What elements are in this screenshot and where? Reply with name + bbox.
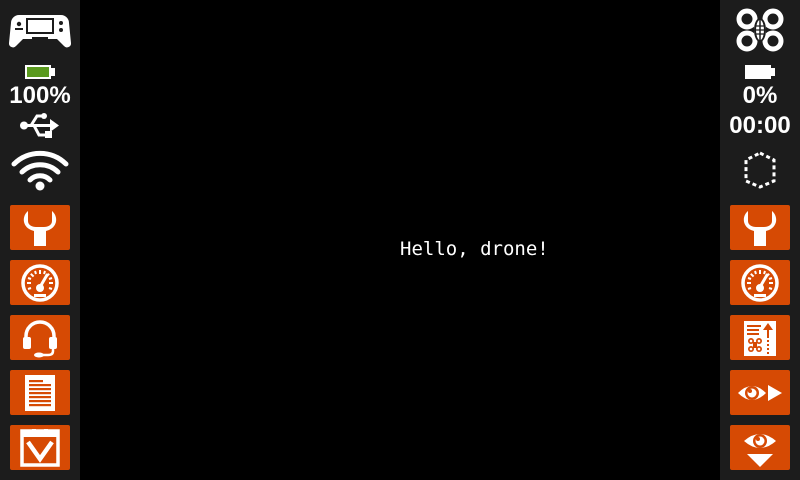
- gauge-icon: [741, 263, 779, 302]
- flight-time: 00:00: [729, 112, 791, 139]
- dashboard-gauge-button[interactable]: [10, 260, 70, 305]
- drone-log-icon: [744, 320, 776, 356]
- gauge-icon: [21, 263, 59, 302]
- eye-arrow-icon: [738, 384, 782, 401]
- headset-button[interactable]: [10, 315, 70, 360]
- vision-down-button[interactable]: [730, 425, 790, 470]
- drone-battery-percent: 0%: [742, 82, 778, 109]
- left-battery-percent: 100%: [9, 82, 71, 109]
- headset-icon: [23, 319, 57, 357]
- usb-icon: [0, 111, 80, 141]
- document-icon: [25, 374, 55, 411]
- wrench-icon: [23, 210, 57, 246]
- drone-dashboard-gauge-button[interactable]: [730, 260, 790, 305]
- main-area: Hello, drone!: [80, 0, 720, 480]
- eye-down-icon: [744, 433, 776, 467]
- gamepad-icon: [0, 8, 80, 50]
- drone-battery-icon: [720, 64, 800, 80]
- left-sidebar: 100%: [0, 0, 80, 480]
- hello-message: Hello, drone!: [400, 238, 549, 260]
- wifi-icon: [0, 148, 80, 192]
- drone-log-button[interactable]: [730, 315, 790, 360]
- checkbox-down-icon: [20, 428, 60, 467]
- wrench-icon: [743, 210, 777, 246]
- log-document-button[interactable]: [10, 370, 70, 415]
- download-checkbox-button[interactable]: [10, 425, 70, 470]
- drone-settings-wrench-button[interactable]: [730, 205, 790, 250]
- settings-wrench-button[interactable]: [10, 205, 70, 250]
- battery-icon: [0, 64, 80, 80]
- drone-icon: [720, 8, 800, 52]
- screen: 100% Hello, drone! 0% 00:00: [0, 0, 800, 480]
- geofence-icon: [720, 148, 800, 192]
- vision-forward-button[interactable]: [730, 370, 790, 415]
- right-sidebar: 0% 00:00: [720, 0, 800, 480]
